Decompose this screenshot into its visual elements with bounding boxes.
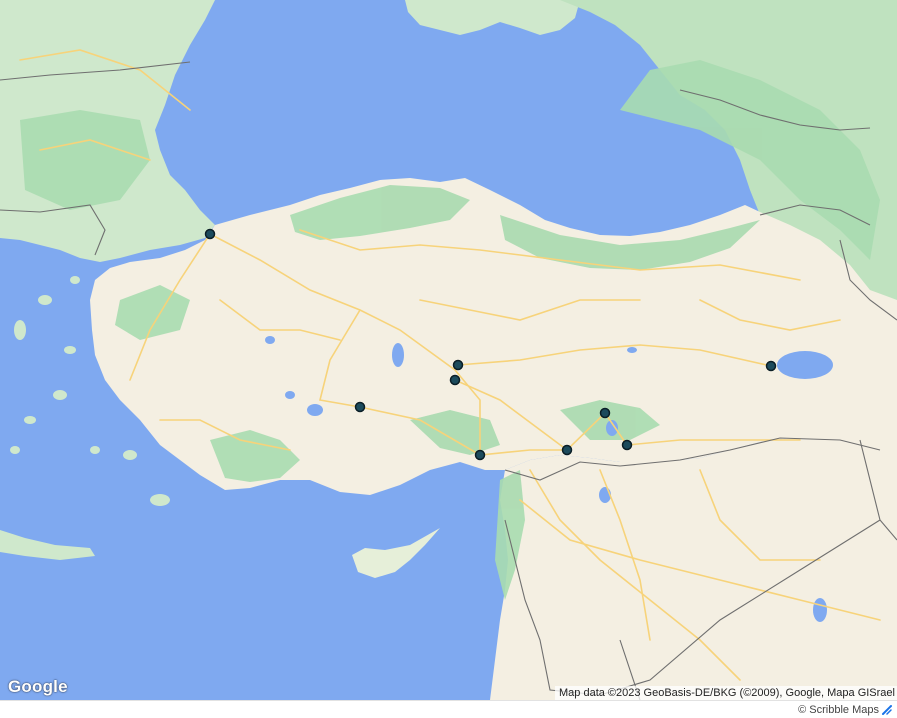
map-data-attribution[interactable]: Map data ©2023 GeoBasis-DE/BKG (©2009), …	[555, 686, 897, 700]
footer-bar: © Scribble Maps	[0, 700, 897, 718]
credit-text: © Scribble Maps	[798, 704, 879, 716]
google-logo[interactable]: Google	[8, 677, 68, 697]
marker-adana[interactable]	[474, 449, 486, 461]
scribble-maps-icon	[882, 705, 892, 715]
marker-sanliurfa[interactable]	[621, 439, 633, 451]
lake-van	[777, 351, 833, 379]
marker-kirsehir-south[interactable]	[449, 374, 461, 386]
marker-van[interactable]	[765, 360, 777, 372]
scribble-maps-credit[interactable]: © Scribble Maps	[798, 703, 893, 717]
marker-konya[interactable]	[354, 401, 366, 413]
map-canvas[interactable]	[0, 0, 897, 700]
marker-kirsehir-north[interactable]	[452, 359, 464, 371]
marker-adiyaman[interactable]	[599, 407, 611, 419]
marker-istanbul[interactable]	[204, 228, 216, 240]
land-syria	[490, 438, 897, 700]
lake-tuz	[392, 343, 404, 367]
marker-gaziantep[interactable]	[561, 444, 573, 456]
